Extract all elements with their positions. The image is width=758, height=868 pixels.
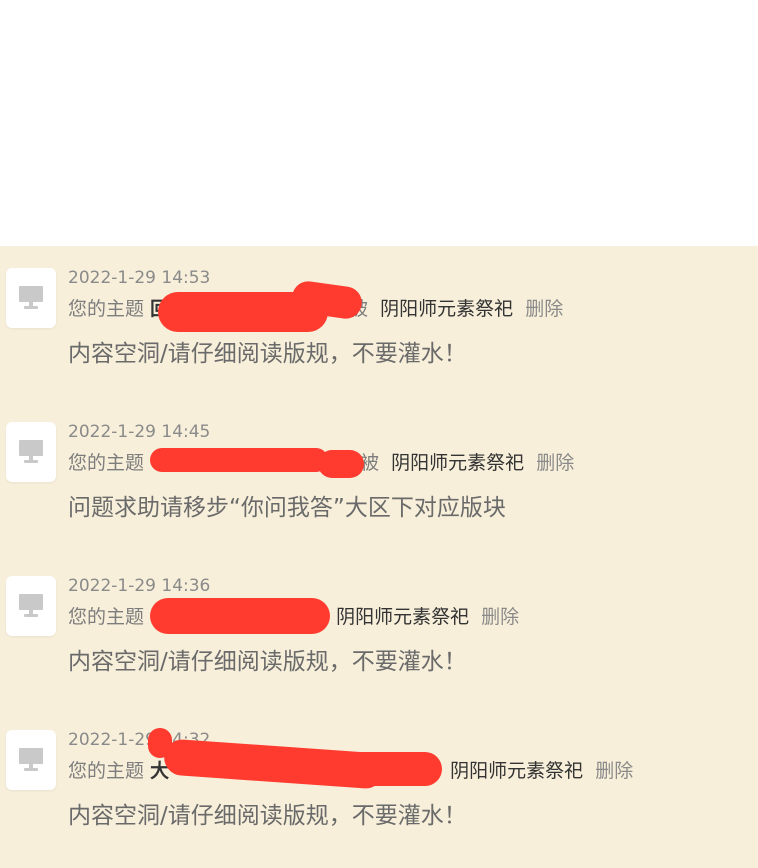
- notification-item[interactable]: 2022-1-29 14:53 您的主题 回被 阴阳师元素祭祀 删除 内容空洞/…: [0, 246, 758, 367]
- moderator-name[interactable]: 阴阳师元素祭祀: [450, 760, 583, 782]
- action-label: 删除: [595, 760, 634, 782]
- topic-prefix: 您的主题: [68, 298, 145, 320]
- notification-time: 2022-1-29 14:45: [68, 422, 211, 442]
- redaction-mark: [330, 752, 442, 786]
- notification-list: 2022-1-29 14:53 您的主题 回被 阴阳师元素祭祀 删除 内容空洞/…: [0, 246, 758, 868]
- topic-prefix: 您的主题: [68, 452, 145, 474]
- notification-reason: 内容空洞/请仔细阅读版规，不要灌水！: [68, 803, 467, 829]
- notification-item[interactable]: 2022-1-29 14:45 您的主题 被 阴阳师元素祭祀 删除 问题求助请移…: [0, 400, 758, 521]
- avatar[interactable]: [6, 422, 56, 482]
- action-label: 删除: [525, 298, 564, 320]
- monitor-icon: [19, 594, 43, 617]
- avatar[interactable]: [6, 576, 56, 636]
- notification-reason: 内容空洞/请仔细阅读版规，不要灌水！: [68, 649, 467, 675]
- action-label: 删除: [481, 606, 520, 628]
- top-blank-area: [0, 0, 758, 246]
- topic-prefix: 您的主题: [68, 760, 145, 782]
- topic-prefix: 您的主题: [68, 606, 145, 628]
- redaction-mark: [150, 448, 328, 472]
- notification-item[interactable]: 2022-1-29 14:32 您的主题 大被 阴阳师元素祭祀 删除 内容空洞/…: [0, 708, 758, 829]
- redaction-mark: [318, 450, 364, 478]
- notification-reason: 内容空洞/请仔细阅读版规，不要灌水！: [68, 341, 467, 367]
- notification-reason: 问题求助请移步“你问我答”大区下对应版块: [68, 495, 506, 521]
- moderator-name[interactable]: 阴阳师元素祭祀: [391, 452, 524, 474]
- notification-item[interactable]: 2022-1-29 14:36 您的主题 阴阳师元素祭祀 删除 内容空洞/请仔细…: [0, 554, 758, 675]
- avatar[interactable]: [6, 730, 56, 790]
- moderator-name[interactable]: 阴阳师元素祭祀: [380, 298, 513, 320]
- action-label: 删除: [536, 452, 575, 474]
- monitor-icon: [19, 748, 43, 771]
- monitor-icon: [19, 286, 43, 309]
- redaction-mark: [150, 598, 330, 634]
- avatar[interactable]: [6, 268, 56, 328]
- moderator-name[interactable]: 阴阳师元素祭祀: [336, 606, 469, 628]
- notification-time: 2022-1-29 14:36: [68, 576, 211, 596]
- notification-time: 2022-1-29 14:53: [68, 268, 211, 288]
- monitor-icon: [19, 440, 43, 463]
